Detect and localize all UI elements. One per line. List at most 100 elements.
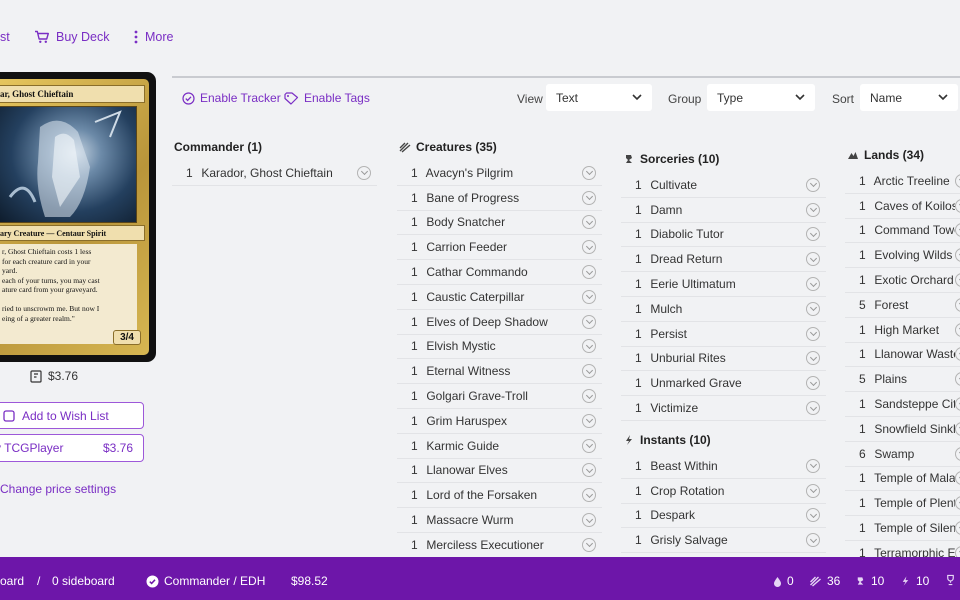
card-row[interactable]: 1 Sandsteppe Citad (845, 392, 960, 417)
row-options-chevron-icon[interactable] (955, 198, 960, 213)
group-select[interactable]: Type (707, 84, 815, 111)
card-row[interactable]: 1 Diabolic Tutor (621, 223, 826, 248)
card-row[interactable]: 1 Caustic Caterpillar (397, 285, 602, 310)
card-row[interactable]: 1 Carrion Feeder (397, 235, 602, 261)
card-name[interactable]: Forest (874, 298, 908, 312)
row-options-chevron-icon[interactable] (357, 165, 371, 180)
row-options-chevron-icon[interactable] (955, 273, 960, 288)
row-options-chevron-icon[interactable] (806, 533, 820, 548)
row-options-chevron-icon[interactable] (582, 438, 596, 453)
card-row[interactable]: 1 Bane of Progress (397, 186, 602, 211)
card-name[interactable]: Mulch (650, 302, 682, 316)
change-price-settings-link[interactable]: Change price settings (0, 482, 116, 496)
row-options-chevron-icon[interactable] (582, 513, 596, 528)
row-options-chevron-icon[interactable] (955, 471, 960, 486)
row-options-chevron-icon[interactable] (806, 177, 820, 192)
commander-card-image[interactable]: ar, Ghost Chieftain ary Creature — Centa… (0, 72, 156, 362)
row-options-chevron-icon[interactable] (955, 248, 960, 263)
card-name[interactable]: Elves of Deep Shadow (426, 315, 547, 329)
card-name[interactable]: Evolving Wilds (874, 248, 952, 262)
card-row[interactable]: 1 Unburial Rites (621, 347, 826, 372)
card-name[interactable]: Grisly Salvage (650, 533, 727, 547)
row-options-chevron-icon[interactable] (806, 508, 820, 523)
buy-tcgplayer-button[interactable]: y TCGPlayer $3.76 (0, 434, 144, 462)
card-row[interactable]: 1 Grisly Salvage (621, 528, 826, 554)
card-name[interactable]: Grim Haruspex (426, 414, 507, 428)
card-name[interactable]: Avacyn's Pilgrim (426, 166, 513, 180)
card-name[interactable]: Snowfield Sinkhol (874, 422, 955, 436)
card-name[interactable]: Victimize (650, 401, 698, 415)
row-options-chevron-icon[interactable] (582, 339, 596, 354)
row-options-chevron-icon[interactable] (955, 347, 960, 362)
card-row[interactable]: 1 Avacyn's Pilgrim (397, 161, 602, 186)
card-row[interactable]: 1 Body Snatcher (397, 211, 602, 236)
sort-select[interactable]: Name (860, 84, 958, 111)
row-options-chevron-icon[interactable] (955, 496, 960, 511)
card-row[interactable]: 1 Cultivate (621, 173, 826, 198)
card-row[interactable]: 1 Despark (621, 504, 826, 529)
card-row[interactable]: 6 Swamp (845, 442, 960, 467)
card-row[interactable]: 1 Caves of Koilos (845, 194, 960, 219)
row-options-chevron-icon[interactable] (955, 297, 960, 312)
card-name[interactable]: Temple of Malady (874, 471, 955, 485)
card-row[interactable]: 1 Mulch (621, 297, 826, 322)
card-name[interactable]: High Market (874, 323, 939, 337)
add-to-wish-list-button[interactable]: Add to Wish List (0, 402, 144, 429)
row-options-chevron-icon[interactable] (582, 289, 596, 304)
card-name[interactable]: Command Tower (874, 223, 955, 237)
card-row[interactable]: 1 High Market (845, 318, 960, 343)
card-row[interactable]: 1 Eerie Ultimatum (621, 272, 826, 297)
row-options-chevron-icon[interactable] (582, 463, 596, 478)
row-options-chevron-icon[interactable] (806, 483, 820, 498)
card-row[interactable]: 1 Arctic Treeline (845, 169, 960, 194)
card-name[interactable]: Lord of the Forsaken (426, 488, 537, 502)
row-options-chevron-icon[interactable] (582, 265, 596, 280)
card-name[interactable]: Llanowar Wastes (874, 347, 955, 361)
card-name[interactable]: Beast Within (650, 459, 717, 473)
card-row[interactable]: 1 Temple of Malady (845, 467, 960, 492)
card-row[interactable]: 1 Massacre Wurm (397, 508, 602, 533)
card-row[interactable]: 1 Karador, Ghost Chieftain (172, 161, 377, 186)
card-row[interactable]: 1 Dread Return (621, 247, 826, 273)
card-row[interactable]: 1 Golgari Grave-Troll (397, 384, 602, 409)
card-row[interactable]: 1 Elves of Deep Shadow (397, 310, 602, 335)
card-name[interactable]: Exotic Orchard (874, 273, 953, 287)
row-options-chevron-icon[interactable] (955, 173, 960, 188)
card-row[interactable]: 1 Exotic Orchard (845, 268, 960, 293)
card-name[interactable]: Unmarked Grave (650, 376, 741, 390)
row-options-chevron-icon[interactable] (806, 202, 820, 217)
card-row[interactable]: 1 Persist (621, 322, 826, 347)
card-row[interactable]: 1 Evolving Wilds (845, 243, 960, 269)
card-row[interactable]: 1 Grim Haruspex (397, 409, 602, 434)
card-row[interactable]: 1 Llanowar Wastes (845, 343, 960, 368)
card-name[interactable]: Merciless Executioner (426, 538, 543, 552)
row-options-chevron-icon[interactable] (955, 421, 960, 436)
row-options-chevron-icon[interactable] (806, 326, 820, 341)
card-name[interactable]: Bane of Progress (426, 191, 519, 205)
card-name[interactable]: Karmic Guide (426, 439, 499, 453)
card-name[interactable]: Eerie Ultimatum (650, 277, 735, 291)
card-row[interactable]: 1 Llanowar Elves (397, 459, 602, 484)
card-row[interactable]: 1 Temple of Silence (845, 516, 960, 541)
card-row[interactable]: 1 Unmarked Grave (621, 371, 826, 397)
card-name[interactable]: Massacre Wurm (426, 513, 513, 527)
card-name[interactable]: Carrion Feeder (426, 240, 507, 254)
row-options-chevron-icon[interactable] (582, 165, 596, 180)
card-name[interactable]: Golgari Grave-Troll (426, 389, 528, 403)
card-name[interactable]: Sandsteppe Citad (874, 397, 955, 411)
row-options-chevron-icon[interactable] (806, 227, 820, 242)
row-options-chevron-icon[interactable] (582, 413, 596, 428)
card-name[interactable]: Elvish Mystic (426, 339, 495, 353)
card-name[interactable]: Arctic Treeline (874, 174, 950, 188)
row-options-chevron-icon[interactable] (806, 458, 820, 473)
row-options-chevron-icon[interactable] (806, 252, 820, 267)
enable-tags-button[interactable]: Enable Tags (284, 91, 370, 105)
buy-deck-link[interactable]: Buy Deck (34, 30, 110, 44)
card-name[interactable]: Caves of Koilos (874, 199, 955, 213)
card-name[interactable]: Cathar Commando (426, 265, 527, 279)
card-name[interactable]: Diabolic Tutor (650, 227, 723, 241)
card-row[interactable]: 5 Plains (845, 367, 960, 393)
card-name[interactable]: Karador, Ghost Chieftain (201, 166, 332, 180)
card-row[interactable]: 1 Snowfield Sinkhol (845, 417, 960, 442)
enable-tracker-button[interactable]: Enable Tracker (182, 91, 281, 105)
